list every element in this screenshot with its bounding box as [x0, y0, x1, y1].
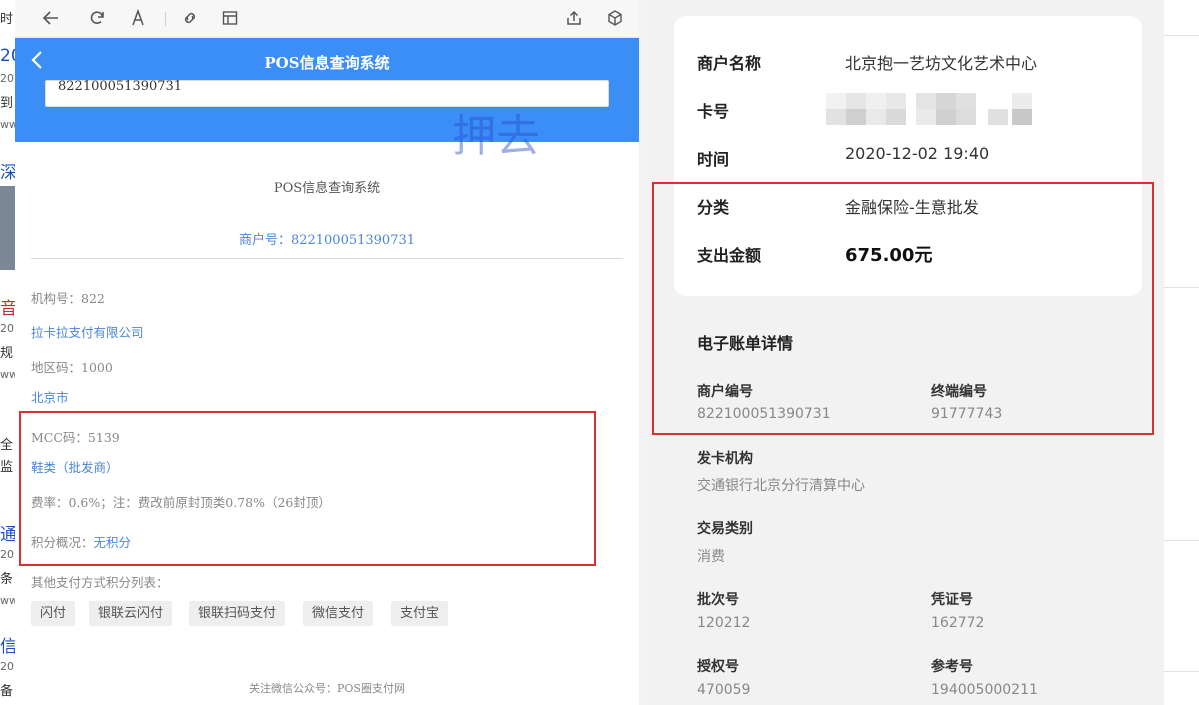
- merchant-number-line: 商户号：822100051390731: [238, 233, 416, 248]
- reader-icon[interactable]: [220, 9, 240, 29]
- browser-toolbar: [15, 0, 639, 38]
- org-name: 拉卡拉支付有限公司: [31, 325, 144, 340]
- time-label: 时间: [697, 150, 730, 169]
- bg-fragment[interactable]: 20: [0, 46, 16, 66]
- bg-fragment: ww: [0, 368, 16, 381]
- merchant-name-label: 商户名称: [697, 54, 762, 73]
- bg-fragment: 备: [0, 684, 14, 699]
- issuer: 交通银行北京分行清算中心: [697, 478, 865, 494]
- bg-fragment: 20: [0, 322, 14, 335]
- bg-fragment: 20: [0, 660, 14, 673]
- highlight-box-mcc: [19, 411, 596, 566]
- text-size-icon[interactable]: [128, 8, 148, 29]
- bg-fragment: 20: [0, 548, 14, 561]
- background-window-edge: [1164, 0, 1199, 705]
- bg-fragment: 监: [0, 460, 14, 475]
- background-window-strip: 时 20 20 到 ww 深 音 20 规 ww 全 监 通 20 条 ww 信…: [0, 0, 16, 705]
- payment-method-tag[interactable]: 支付宝: [391, 601, 449, 626]
- payment-method-tag[interactable]: 微信支付: [303, 601, 374, 626]
- payment-method-tag[interactable]: 闪付: [31, 601, 76, 626]
- bill-detail-panel: 商户名称 北京抱一艺坊文化艺术中心 卡号 时间 2020-12-02 19:40…: [652, 0, 1164, 705]
- bg-fragment[interactable]: 音: [0, 294, 16, 319]
- app-title: POS信息查询系统: [264, 54, 390, 72]
- bg-fragment: ww: [0, 118, 16, 131]
- pos-query-window: POS信息查询系统 822100051390731 押去 POS信息查询系统 商…: [15, 0, 639, 705]
- issuer-label: 发卡机构: [697, 451, 753, 467]
- link-icon[interactable]: [180, 9, 200, 29]
- bg-thumbnail: [0, 186, 16, 270]
- bg-fragment: 20: [0, 72, 14, 85]
- card-number-mosaic: [826, 93, 1032, 125]
- watermark-text: 押去: [452, 111, 540, 162]
- bg-fragment: ww: [0, 594, 16, 607]
- bg-fragment[interactable]: 通: [0, 520, 16, 545]
- highlight-box-category: [652, 182, 1154, 435]
- city: 北京市: [31, 390, 69, 405]
- share-icon[interactable]: [564, 9, 584, 29]
- cube-icon[interactable]: [605, 9, 625, 29]
- bg-fragment: 全: [0, 438, 14, 453]
- bg-fragment[interactable]: 信: [0, 632, 16, 657]
- reference-number: 194005000211: [931, 682, 1038, 698]
- reference-number-label: 参考号: [931, 659, 973, 675]
- app-header: POS信息查询系统 822100051390731 押去: [15, 38, 639, 162]
- bg-fragment: 到: [0, 96, 14, 111]
- transaction-type: 消费: [697, 549, 725, 565]
- org-number: 机构号：822: [31, 291, 105, 306]
- region-code: 地区码：1000: [31, 360, 113, 375]
- merchant-name: 北京抱一艺坊文化艺术中心: [845, 54, 1038, 73]
- auth-number: 470059: [697, 682, 751, 698]
- bg-fragment[interactable]: 深: [0, 158, 16, 183]
- refresh-icon[interactable]: [87, 9, 107, 29]
- voucher-number: 162772: [931, 615, 985, 631]
- bg-fragment: 条: [0, 572, 14, 587]
- payment-method-tag[interactable]: 银联云闪付: [89, 601, 173, 626]
- voucher-number-label: 凭证号: [931, 592, 973, 608]
- auth-number-label: 授权号: [697, 659, 739, 675]
- transaction-type-label: 交易类别: [697, 521, 753, 537]
- batch-number: 120212: [697, 615, 751, 631]
- back-arrow-icon[interactable]: [41, 9, 61, 29]
- payment-method-tag[interactable]: 银联扫码支付: [189, 601, 286, 626]
- batch-number-label: 批次号: [697, 592, 739, 608]
- other-methods-label: 其他支付方式积分列表：: [31, 575, 169, 590]
- footer-note: 关注微信公众号：POS圈支付网: [249, 682, 405, 695]
- bg-fragment: 规: [0, 346, 14, 361]
- system-title: POS信息查询系统: [273, 181, 381, 196]
- bg-fragment: 时: [0, 12, 14, 27]
- card-number-label: 卡号: [697, 102, 730, 121]
- toolbar-separator: [165, 12, 166, 26]
- divider: [31, 258, 623, 259]
- transaction-time: 2020-12-02 19:40: [845, 144, 990, 163]
